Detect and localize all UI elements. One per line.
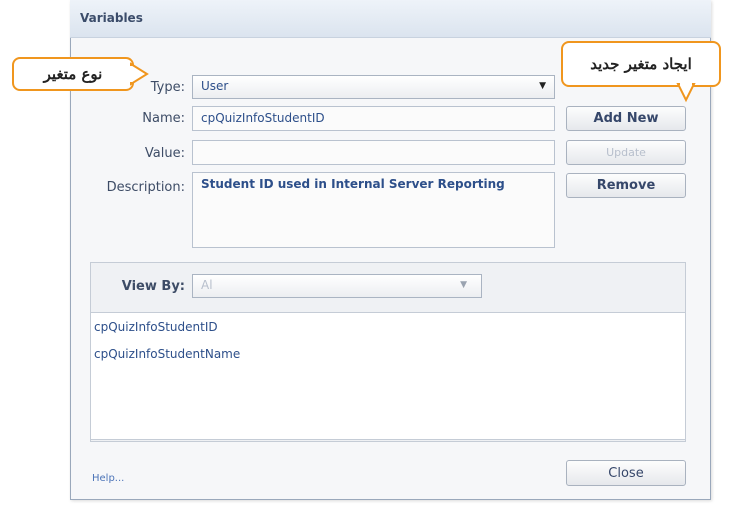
add-new-button[interactable]: Add New	[566, 106, 686, 131]
name-label: Name:	[142, 111, 185, 126]
view-by-select[interactable]: Al ▼	[192, 274, 482, 298]
type-callout: نوع متغير	[12, 57, 134, 91]
help-link[interactable]: Help...	[92, 473, 124, 484]
type-callout-pointer	[129, 62, 149, 86]
description-field[interactable]: Student ID used in Internal Server Repor…	[192, 172, 555, 248]
type-select-value: User	[201, 79, 229, 93]
view-by-value: Al	[201, 278, 213, 292]
remove-button[interactable]: Remove	[566, 173, 686, 198]
new-variable-callout: ايجاد متغير جديد	[561, 41, 721, 87]
list-item[interactable]: cpQuizInfoStudentName	[94, 347, 240, 361]
close-button[interactable]: Close	[566, 460, 686, 486]
name-field[interactable]: cpQuizInfoStudentID	[192, 106, 555, 131]
list-item[interactable]: cpQuizInfoStudentID	[94, 320, 218, 334]
view-dropdown-arrow-icon: ▼	[460, 280, 467, 290]
description-label: Description:	[106, 180, 185, 195]
value-label: Value:	[144, 146, 185, 161]
dialog-title: Variables	[80, 11, 143, 25]
type-select[interactable]: User ▼	[192, 75, 555, 99]
update-button[interactable]: Update	[566, 140, 686, 165]
new-variable-callout-pointer	[676, 82, 696, 103]
view-by-label: View By:	[121, 279, 185, 294]
value-field[interactable]	[192, 140, 555, 165]
title-bar	[70, 0, 711, 38]
dropdown-arrow-icon: ▼	[539, 81, 546, 91]
